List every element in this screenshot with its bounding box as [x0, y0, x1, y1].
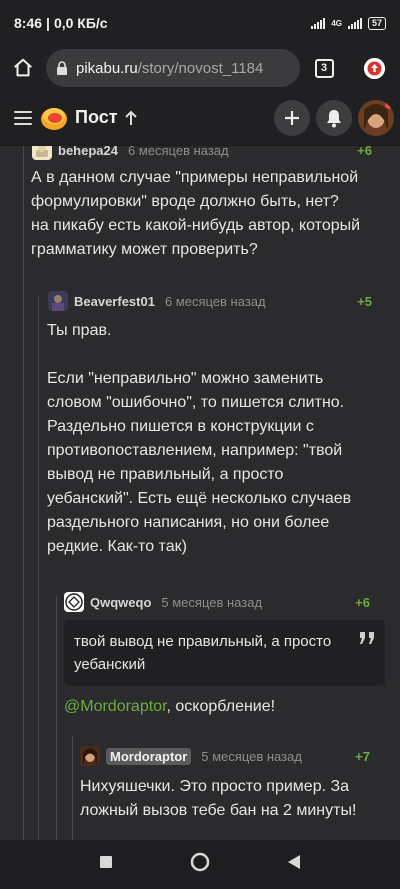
site-header: Пост	[0, 90, 400, 146]
home-icon	[14, 58, 32, 77]
comment-rating: +6	[355, 594, 370, 610]
back-triangle-icon	[288, 855, 301, 869]
home-nav-button[interactable]	[190, 852, 210, 877]
user-mention[interactable]: @Mordoraptor	[64, 698, 167, 715]
thread-line	[56, 596, 57, 840]
author-avatar[interactable]	[64, 592, 84, 612]
quote-icon	[359, 628, 375, 651]
comment-header: Beaverfest01 6 месяцев назад +5	[48, 291, 372, 311]
comment-author[interactable]: Qwqweqo	[90, 595, 151, 610]
status-speed: 0,0 КБ/с	[53, 15, 108, 31]
comment-text: А в данном случае "примеры неправильной …	[31, 169, 361, 258]
network-type: 4G	[331, 18, 342, 28]
comments-area: behepa24 6 месяцев назад +6 А в данном с…	[0, 146, 400, 840]
author-avatar[interactable]	[80, 746, 100, 766]
quote-text: твой вывод не правильный, а просто уебан…	[74, 633, 332, 673]
author-avatar[interactable]	[48, 291, 68, 311]
comment-text-tail: , оскорбление!	[166, 698, 276, 715]
lock-icon	[56, 60, 68, 76]
signal-icon-2	[347, 17, 362, 29]
pikabu-logo[interactable]	[40, 104, 68, 132]
comment-text: Ты прав. Если "неправильно" можно замени…	[47, 322, 352, 555]
system-nav-bar	[0, 840, 400, 889]
comment-rating: +5	[357, 293, 372, 309]
comment-rating: +6	[357, 146, 372, 158]
comment-rating: +7	[355, 748, 370, 764]
comment: Mordoraptor 5 месяцев назад +7 Нихуяшечк…	[80, 746, 370, 823]
plus-icon	[285, 110, 299, 125]
comment-author-op[interactable]: Mordoraptor	[106, 747, 192, 765]
bell-icon	[327, 109, 341, 127]
url-domain: pikabu.ru	[76, 59, 138, 77]
signal-icon	[311, 17, 326, 29]
comment-header: Mordoraptor 5 месяцев назад +7	[80, 746, 370, 766]
back-button[interactable]	[287, 854, 301, 875]
comment: Beaverfest01 6 месяцев назад +5 Ты прав.…	[47, 291, 372, 559]
page-title: Пост	[75, 107, 118, 127]
comment-text: @Mordoraptor, оскорбление!	[64, 695, 385, 719]
status-bar: 8:46 | 0,0 КБ/с 4G 57	[0, 0, 400, 46]
home-button[interactable]	[0, 57, 46, 79]
comment-header: Qwqweqo 5 месяцев назад +6	[64, 592, 385, 612]
comment: behepa24 6 месяцев назад +6 А в данном с…	[31, 146, 372, 262]
circle-icon	[190, 852, 210, 872]
arrow-up-icon[interactable]	[124, 110, 138, 126]
square-icon	[99, 856, 112, 868]
tabs-button[interactable]: 3	[300, 58, 348, 78]
comment-author[interactable]: Beaverfest01	[74, 294, 155, 309]
upload-icon	[363, 57, 385, 79]
thread-line	[72, 736, 73, 840]
comment-date: 5 месяцев назад	[161, 594, 263, 610]
comment-header: behepa24 6 месяцев назад +6	[32, 146, 372, 160]
notifications-button[interactable]	[316, 99, 352, 136]
extension-button[interactable]	[348, 57, 400, 79]
battery-icon: 57	[367, 16, 386, 30]
comment-date: 6 месяцев назад	[127, 146, 229, 158]
author-avatar[interactable]	[32, 146, 52, 160]
tab-count: 3	[314, 58, 334, 78]
browser-toolbar: pikabu.ru/story/novost_1184 3	[0, 46, 400, 90]
user-avatar[interactable]	[358, 99, 394, 136]
comment-quote: твой вывод не правильный, а просто уебан…	[64, 620, 385, 686]
menu-icon[interactable]	[14, 110, 32, 125]
notification-dot	[385, 101, 392, 109]
thread-line	[38, 296, 39, 840]
url-path: /story/novost_1184	[137, 59, 264, 77]
url-bar[interactable]: pikabu.ru/story/novost_1184	[46, 49, 300, 87]
recent-apps-button[interactable]	[99, 855, 113, 874]
status-time: 8:46	[14, 15, 43, 31]
comment-date: 5 месяцев назад	[201, 748, 302, 764]
comment-text: Нихуяшечки. Это просто пример. За ложный…	[80, 778, 357, 819]
add-post-button[interactable]	[274, 99, 310, 136]
comment-date: 6 месяцев назад	[164, 293, 266, 309]
thread-line	[23, 146, 24, 840]
comment-author[interactable]: behepa24	[58, 146, 118, 158]
comment: Qwqweqo 5 месяцев назад +6 твой вывод не…	[64, 592, 385, 719]
